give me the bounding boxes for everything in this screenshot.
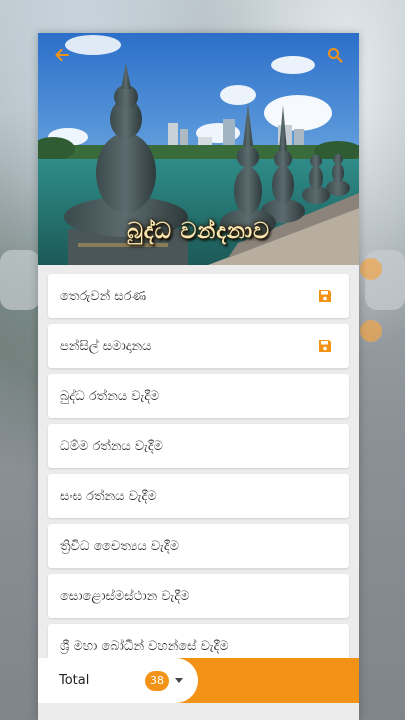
background-shape (360, 320, 382, 342)
app-card: බුද්ධ වන්දනාව තෙරුවන් සරණ පන්සිල් සමාදානය… (38, 33, 359, 720)
total-selector[interactable]: Total 38 (38, 658, 198, 703)
background-shape (360, 258, 382, 280)
list-item[interactable]: බුද්ධ රත්නය වැදීම (48, 374, 349, 418)
save-icon[interactable] (317, 288, 333, 304)
list-item-label: ශ්‍රී මහා බෝධීන් වහන්සේ වැදීම (60, 638, 229, 654)
list-item[interactable]: ධම්ම රත්නය වැදීම (48, 424, 349, 468)
list-item-label: ධම්ම රත්නය වැදීම (60, 438, 163, 454)
list-item-label: ත්‍රිවිධ චෛත්‍යය වැදීම (60, 538, 179, 554)
list-item[interactable]: සොළොස්මස්ථාන වැදීම (48, 574, 349, 618)
back-button[interactable] (48, 41, 76, 69)
list-item[interactable]: පන්සිල් සමාදානය (48, 324, 349, 368)
search-icon (328, 48, 343, 63)
background-shape (0, 250, 40, 310)
list-item[interactable]: තෙරුවන් සරණ (48, 274, 349, 318)
page-title: බුද්ධ වන්දනාව (127, 219, 270, 244)
list-item[interactable]: සංඝ රත්නය වැදීම (48, 474, 349, 518)
hero-header: බුද්ධ වන්දනාව (38, 33, 359, 265)
list-item-label: තෙරුවන් සරණ (60, 288, 147, 304)
footer-bar: Total 38 (38, 658, 359, 703)
list-item-label: සොළොස්මස්ථාන වැදීම (60, 588, 190, 604)
back-arrow-icon (55, 49, 69, 61)
list-item-label: බුද්ධ රත්නය වැදීම (60, 388, 160, 404)
dropdown-caret-icon (175, 678, 183, 683)
list-item[interactable]: ත්‍රිවිධ චෛත්‍යය වැදීම (48, 524, 349, 568)
total-count-badge: 38 (145, 670, 169, 691)
save-icon[interactable] (317, 338, 333, 354)
list-item-label: පන්සිල් සමාදානය (60, 338, 152, 354)
prayer-list: තෙරුවන් සරණ පන්සිල් සමාදානය බුද්ධ රත්නය වැ… (48, 274, 349, 674)
list-item-label: සංඝ රත්නය වැදීම (60, 488, 157, 504)
search-button[interactable] (321, 41, 349, 69)
total-label: Total (59, 673, 90, 688)
